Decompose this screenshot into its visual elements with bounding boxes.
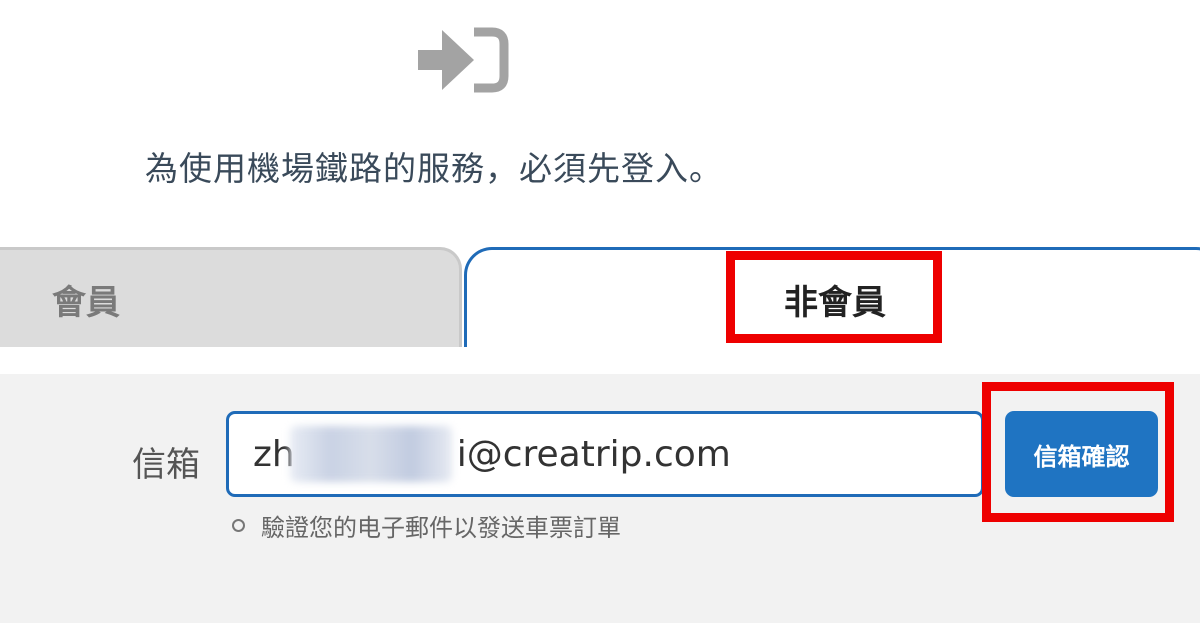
email-hint: 驗證您的电子郵件以發送車票訂單 <box>232 508 621 543</box>
email-hint-text: 驗證您的电子郵件以發送車票訂單 <box>261 514 621 542</box>
highlight-box-button <box>982 382 1174 522</box>
tab-member-label[interactable]: 會員 <box>52 275 120 324</box>
login-required-message: 為使用機場鐵路的服務，必須先登入。 <box>145 149 723 188</box>
email-value-suffix: i@creatrip.com <box>456 433 731 475</box>
sign-in-icon <box>418 27 509 93</box>
email-value-prefix: zh <box>253 433 295 475</box>
email-label: 信箱 <box>132 445 200 485</box>
highlight-box-tab <box>726 251 942 343</box>
circle-bullet-icon <box>232 519 245 532</box>
redaction-blur <box>290 426 452 482</box>
login-page: 為使用機場鐵路的服務，必須先登入。 會員 非會員 信箱 zh i@creatri… <box>0 0 1200 623</box>
